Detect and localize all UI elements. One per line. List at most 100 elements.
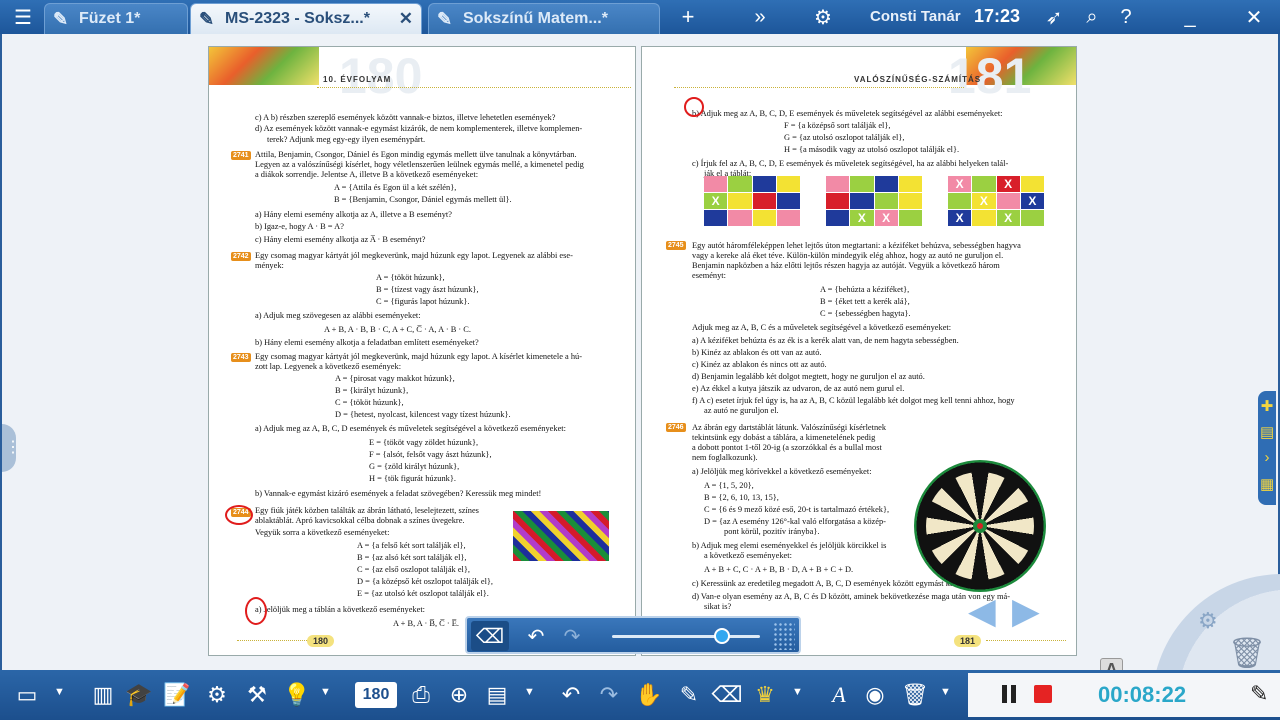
text-line: D = {az A esemény 126°-kal való elforgat… [704,517,886,526]
undo-icon[interactable]: ↶ [554,680,588,710]
text-line: Attila, Benjamin, Csongor, Dániel és Ego… [255,150,577,159]
text-line: b) Vannak-e egymást kizáró események a f… [255,489,542,498]
text-line: Egy csomag magyar kártyát jól megkeverün… [255,352,582,361]
add-page-icon[interactable]: ✚ [1260,397,1274,417]
footer-line [237,640,307,641]
trash-icon[interactable]: 🗑 [900,680,930,710]
search-icon[interactable]: ⌕ [1078,4,1106,30]
text-line: B = {királyt húzunk}, [335,386,409,395]
grid-cell [826,176,850,192]
grid-cell [776,210,800,226]
clock: 17:23 [974,6,1021,26]
objects-icon[interactable]: ⚙ [200,680,234,710]
expand-icon[interactable]: › [1260,449,1274,469]
text-line: A = {behúzta a kéziféket}, [820,285,910,294]
undo-icon[interactable]: ↶ [517,621,555,651]
text-line: Benjamin napközben a ház előtti lejtős r… [692,261,1000,270]
grid-cell [728,193,752,209]
help-icon[interactable]: ? [1112,4,1140,30]
left-panel-handle[interactable] [2,424,21,472]
top-bar: ☰ ✎ Füzet 1* ✎ MS-2323 - Soksz...* ✕ ✎ S… [0,0,1280,34]
settings-icon[interactable]: ⚙ [1198,608,1218,634]
pause-icon[interactable] [1000,685,1020,705]
double-chevron-icon[interactable]: » [745,4,775,30]
tools-icon[interactable]: ⚒ [240,680,274,710]
library-icon[interactable]: ▥ [88,680,118,710]
tab-label: Sokszínű Matem...* [463,10,608,27]
dropdown-arrow-icon[interactable]: ▼ [54,686,65,698]
text-line: C = {figurás lapot húzunk}. [376,297,470,306]
annotation-circle [684,97,704,117]
zoom-icon[interactable]: ⊕ [444,680,474,710]
pen-icon[interactable]: ✎ [672,680,706,710]
text-line: Vegyük sorra a következő eseményeket: [255,528,390,537]
text-line: c) Írjuk fel az A, B, C, D, E események … [692,159,1009,168]
add-tab-icon[interactable]: + [673,4,703,30]
text-line: C = {sebességben hagyta}. [820,309,911,318]
next-page-arrow-icon[interactable]: ▶ [1012,590,1048,631]
pen-icon[interactable]: ✎ [1250,681,1268,707]
text-line: A + B, A · B, B · C, A + C, C̅ · A, A · … [324,325,471,334]
text-line: tekintsünk egy dobást a táblára, a kimen… [692,433,876,442]
footer-line [986,640,1066,641]
text-line: a) Adjuk meg szövegesen az alábbi esemén… [255,311,421,320]
redo-icon[interactable]: ↷ [553,621,591,651]
annotation-circle [225,505,253,525]
eraser-icon[interactable]: ⌫ [710,680,744,710]
page-number-field[interactable]: 180 [355,682,397,708]
zoom-slider-thumb[interactable] [714,628,730,644]
text-line: ablaktáblát. Apró kavicsokkal célba dobn… [255,516,465,525]
page-icon[interactable]: ▤ [1260,423,1274,443]
tab-ms2323[interactable]: ✎ MS-2323 - Soksz...* ✕ [190,3,422,34]
settings-icon[interactable]: ⚙ [808,4,838,30]
highlighter-icon[interactable]: ♛ [748,680,782,710]
dartboard-image [914,460,1046,592]
media-icon[interactable]: ◉ [860,680,890,710]
zoom-slider-track[interactable] [612,635,760,638]
text-line: b) Hány elemi esemény alkotja a feladatb… [255,338,479,347]
previous-page-arrow-icon[interactable]: ◀ [968,590,1004,631]
close-window-icon[interactable]: ✕ [1240,4,1268,30]
grid-cell [1020,210,1044,226]
grid-cell [898,193,922,209]
slides-icon[interactable]: ▭ [10,680,44,710]
close-icon[interactable]: ✕ [399,9,413,29]
text-line: F = {alsót, felsőt vagy ászt húzunk}, [369,450,492,459]
tab-sokszinu[interactable]: ✎ Sokszínű Matem...* [428,3,660,34]
add-page-icon[interactable]: ⎙ [406,680,436,710]
side-tool-strip: ✚ ▤ › ▦ [1258,391,1276,505]
dropdown-arrow-icon[interactable]: ▼ [940,686,951,698]
text-line: d) Az események között vannak-e egymást … [255,124,583,133]
text-line: nem foglalkozunk). [692,453,758,462]
clipboard-icon[interactable]: ▦ [1260,475,1274,495]
stop-icon[interactable] [1034,685,1052,703]
trash-icon[interactable]: 🗑 [1228,636,1266,671]
rocket-icon[interactable]: ➶ [1040,4,1068,30]
grid-cell [850,176,874,192]
minimize-icon[interactable]: _ [1176,4,1204,30]
text-line: b) Igaz-e, hogy A · B = A? [255,222,344,231]
text-line: c) Hány elemi esemény alkotja az A̅ · B … [255,235,426,244]
text-icon[interactable]: A [824,680,854,710]
scribbled-window-image [513,511,609,561]
dropdown-arrow-icon[interactable]: ▼ [320,686,331,698]
dropdown-arrow-icon[interactable]: ▼ [524,686,535,698]
dropdown-arrow-icon[interactable]: ▼ [792,686,803,698]
tab-fuzet[interactable]: ✎ Füzet 1* [44,3,188,34]
text-line: G = {zöld királyt húzunk}, [369,462,460,471]
grid-cell [874,176,898,192]
lightbulb-icon[interactable]: 💡 [282,680,312,710]
redo-icon[interactable]: ↷ [592,680,626,710]
notes-icon[interactable]: 📝 [162,680,192,710]
grid-cell [704,176,728,192]
menu-icon[interactable]: ☰ [8,4,38,30]
book-view-icon[interactable]: ▤ [480,680,514,710]
text-line: sikat is? [704,602,732,611]
page-number-footer: 181 [954,635,982,647]
toolbar-grip[interactable] [773,622,795,650]
grid-cell: X [948,210,972,226]
text-line: A = {a felső két sort találják el}, [357,541,466,550]
eraser-icon[interactable]: ⌫ [471,621,509,651]
graduation-cap-icon[interactable]: 🎓 [124,680,154,710]
hand-icon[interactable]: ✋ [632,680,666,710]
